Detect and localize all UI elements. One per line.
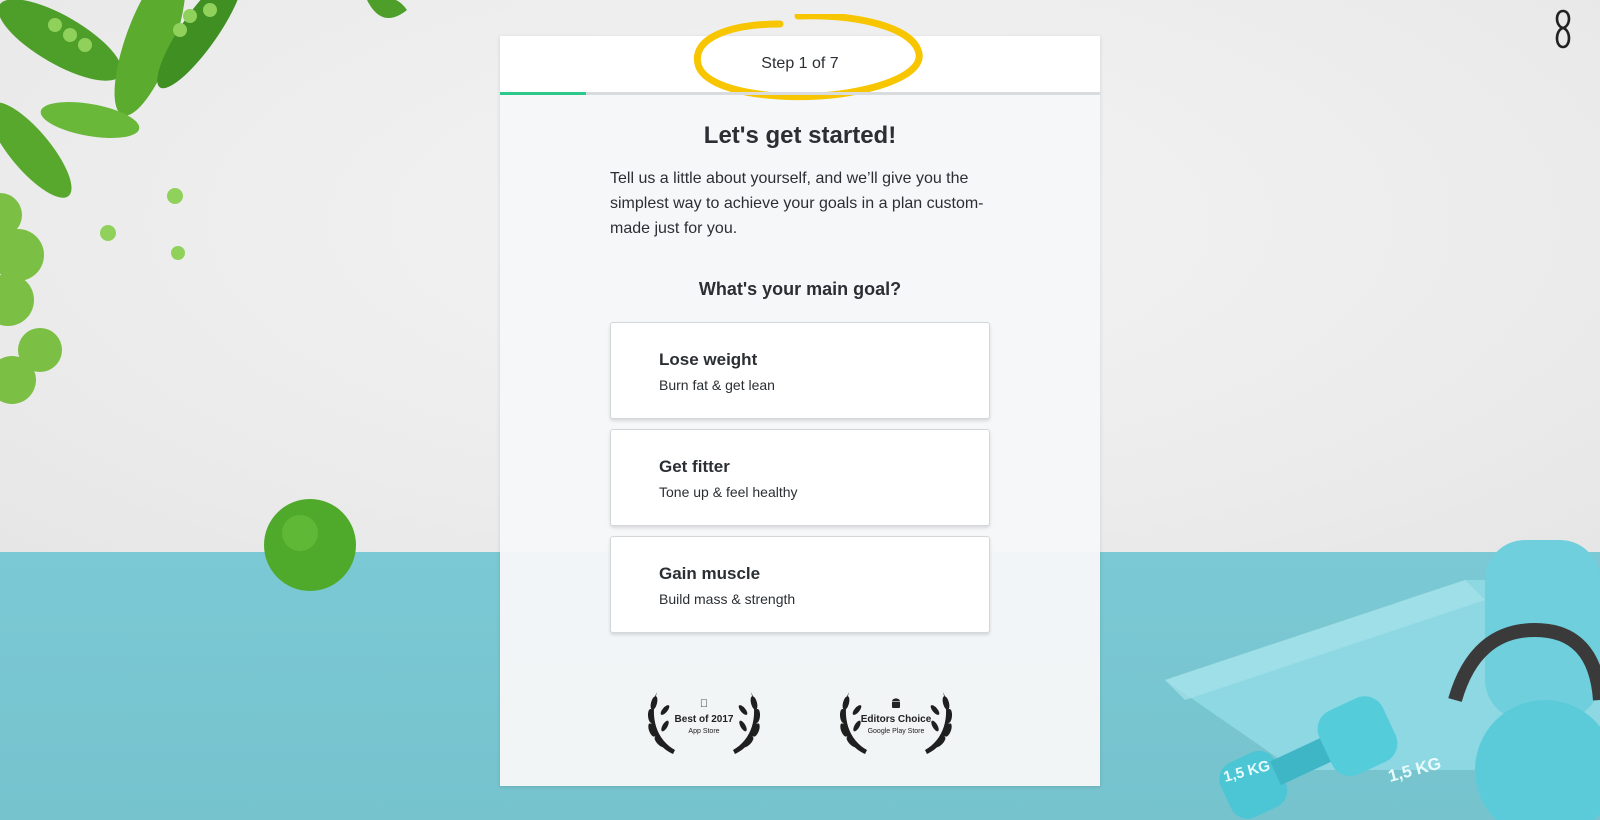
option-title: Gain muscle <box>659 564 761 583</box>
step-header: Step 1 of 7 <box>500 14 1100 101</box>
step-indicator: Step 1 of 7 <box>761 55 839 72</box>
option-subtitle: Burn fat & get lean <box>659 377 775 393</box>
award-google-play: Editors Choice Google Play Store <box>835 686 957 758</box>
option-title: Get fitter <box>659 457 730 476</box>
awards-row:  Best of 2017 App Store <box>500 686 1100 758</box>
android-icon <box>835 698 957 712</box>
award-app-store:  Best of 2017 App Store <box>643 686 765 758</box>
goal-option-get-fitter[interactable]: Get fitter Tone up & feel healthy <box>610 429 990 526</box>
goal-options: Lose weight Burn fat & get lean Get fitt… <box>610 322 990 633</box>
award-subtitle: Google Play Store <box>867 728 925 735</box>
herb-leaf-decoration <box>367 0 407 18</box>
fitness-equipment-decoration: 1,5 KG 1,5 KG <box>1165 540 1600 820</box>
award-title: Editors Choice <box>860 714 932 725</box>
intro-text: Tell us a little about yourself, and we’… <box>610 170 984 237</box>
apple-icon:  <box>643 698 765 710</box>
award-subtitle: App Store <box>688 728 720 735</box>
onboarding-card: Step 1 of 7 Let's get started! Tell us a… <box>500 14 1100 786</box>
peas-decoration <box>0 0 243 404</box>
award-title: Best of 2017 <box>674 714 734 725</box>
goal-question: What's your main goal? <box>698 279 902 299</box>
page-title: Let's get started! <box>703 122 897 149</box>
brand-logo-icon[interactable] <box>1550 8 1576 50</box>
option-subtitle: Build mass & strength <box>659 591 796 607</box>
option-title: Lose weight <box>659 350 758 369</box>
progress-fill <box>500 92 586 95</box>
goal-option-lose-weight[interactable]: Lose weight Burn fat & get lean <box>610 322 990 419</box>
progress-track <box>500 92 1100 95</box>
goal-option-gain-muscle[interactable]: Gain muscle Build mass & strength <box>610 536 990 633</box>
lime-decoration <box>264 499 356 591</box>
option-subtitle: Tone up & feel healthy <box>659 484 798 500</box>
